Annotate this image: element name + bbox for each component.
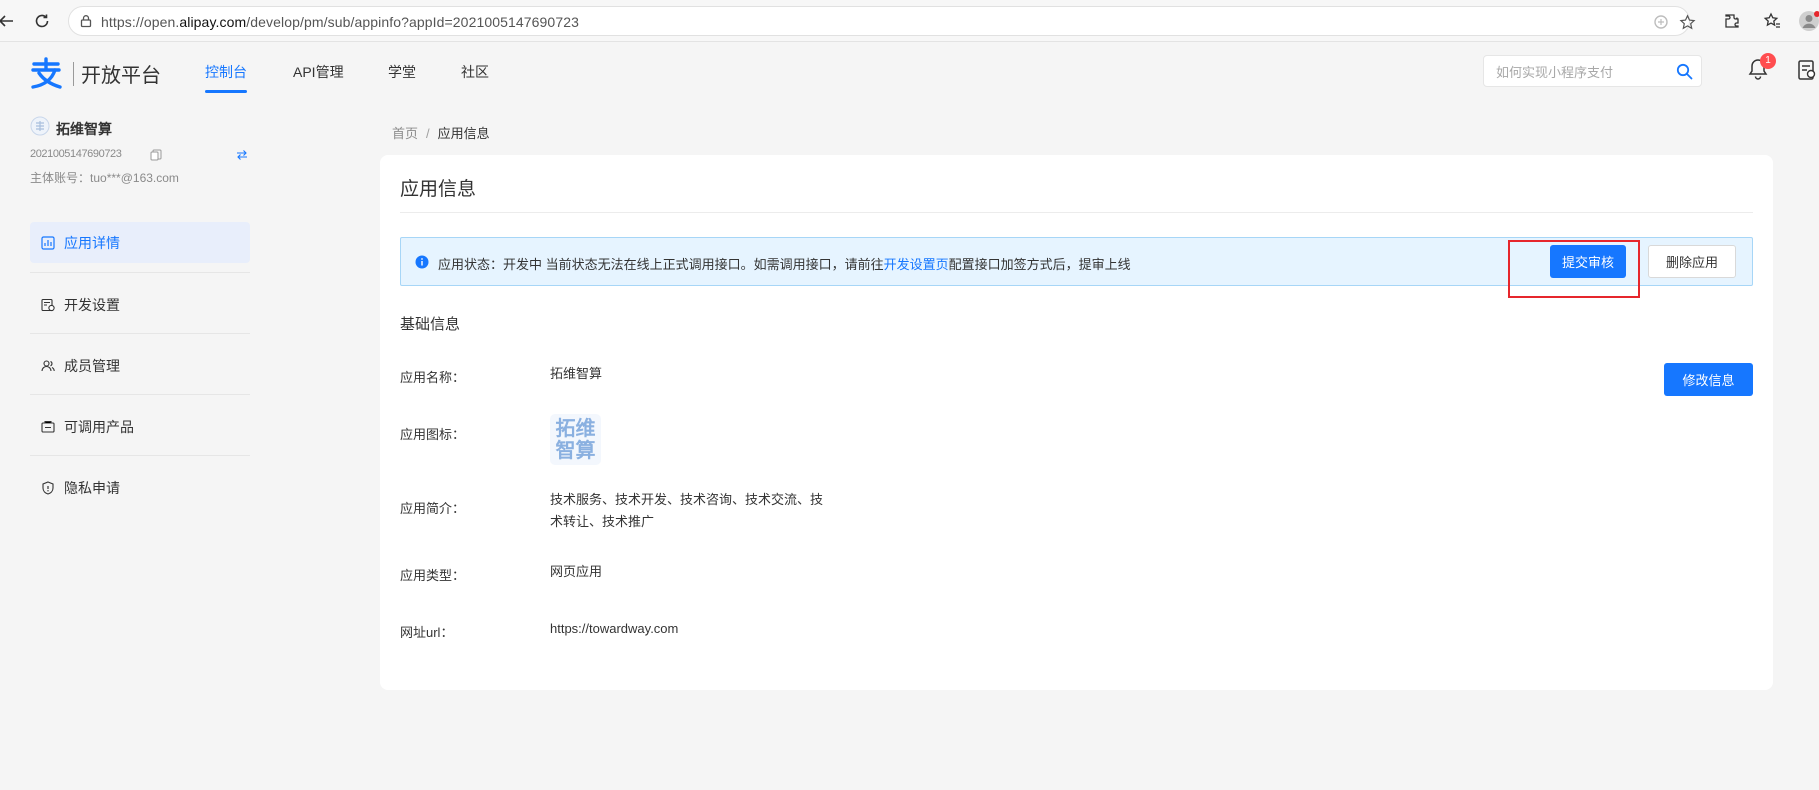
alipay-logo-icon[interactable] — [28, 57, 64, 94]
info-icon — [415, 255, 429, 274]
app-icon-label: 应用图标： — [400, 427, 466, 442]
notification-badge: 1 — [1760, 53, 1776, 69]
sidebar-divider — [30, 333, 250, 334]
sidebar-item-members[interactable]: 成员管理 — [30, 345, 250, 386]
breadcrumb: 首页 / 应用信息 — [392, 123, 490, 142]
delete-app-button[interactable]: 删除应用 — [1648, 245, 1736, 278]
favorites-icon[interactable] — [1760, 9, 1784, 33]
app-desc-label: 应用简介： — [400, 501, 466, 516]
copy-icon[interactable] — [150, 148, 162, 166]
website-url-label: 网址url： — [400, 625, 454, 640]
alert-text: 应用状态：开发中 当前状态无法在线上正式调用接口。如需调用接口，请前往开发设置页… — [438, 254, 1131, 273]
alert-suffix: 配置接口加签方式后，提审上线 — [948, 257, 1131, 272]
app-desc-value: 技术服务、技术开发、技术咨询、技术交流、技 术转让、技术推广 — [550, 489, 823, 533]
settings-doc-icon — [40, 297, 56, 313]
app-type-label: 应用类型： — [400, 568, 466, 583]
search-box — [1483, 55, 1702, 87]
sidebar-divider — [30, 394, 250, 395]
translate-icon[interactable] — [1651, 12, 1671, 32]
sidebar-item-products[interactable]: 可调用产品 — [30, 406, 250, 447]
sidebar-app-id: 2021005147690723 — [30, 148, 122, 160]
sidebar-item-privacy[interactable]: 隐私申请 — [30, 467, 250, 508]
url-text: https://open.alipay.com/develop/pm/sub/a… — [101, 14, 579, 30]
switch-app-icon[interactable] — [236, 148, 248, 166]
back-icon[interactable] — [0, 9, 18, 33]
highlight-annotation-box — [1508, 240, 1640, 298]
lock-icon[interactable] — [79, 14, 93, 33]
edit-info-button[interactable]: 修改信息 — [1664, 363, 1753, 396]
app-avatar-icon — [30, 116, 50, 141]
app-type-value: 网页应用 — [550, 564, 603, 579]
account-label: 主体账号： — [30, 171, 91, 185]
sidebar-item-dev-settings[interactable]: 开发设置 — [30, 284, 250, 325]
search-input[interactable] — [1494, 62, 1664, 82]
profile-icon[interactable] — [1797, 9, 1819, 33]
dev-settings-link[interactable]: 开发设置页 — [884, 257, 949, 272]
app-info-card: 应用信息 应用状态：开发中 当前状态无法在线上正式调用接口。如需调用接口，请前往… — [380, 155, 1773, 690]
app-name-label: 应用名称： — [400, 370, 466, 385]
document-icon[interactable] — [1797, 59, 1817, 86]
website-url-value: https://towardway.com — [550, 621, 679, 636]
chart-icon — [40, 235, 56, 251]
search-icon[interactable] — [1676, 63, 1693, 85]
brand-name: 开放平台 — [81, 65, 161, 87]
extensions-icon[interactable] — [1720, 9, 1744, 33]
section-title: 基础信息 — [400, 316, 461, 333]
sidebar-item-label: 开发设置 — [64, 296, 120, 313]
sidebar-item-label: 可调用产品 — [64, 418, 134, 435]
account-info: 主体账号：tuo***@163.com — [30, 169, 179, 186]
logo-line-2: 智算 — [555, 439, 596, 462]
alert-prefix: 应用状态：开发中 当前状态无法在线上正式调用接口。如需调用接口，请前往 — [438, 257, 884, 272]
breadcrumb-current: 应用信息 — [437, 126, 490, 141]
breadcrumb-home[interactable]: 首页 — [392, 126, 418, 141]
title-divider — [400, 212, 1753, 213]
url-prefix: https://open. — [101, 14, 180, 30]
nav-community[interactable]: 社区 — [461, 62, 489, 82]
nav-api-management[interactable]: API管理 — [293, 62, 344, 82]
app-logo-image: 拓维 智算 — [550, 414, 601, 465]
breadcrumb-separator: / — [426, 126, 430, 141]
account-value: tuo***@163.com — [90, 171, 179, 185]
sidebar-item-label: 隐私申请 — [64, 479, 120, 496]
product-icon — [40, 419, 56, 435]
logo-line-1: 拓维 — [555, 417, 596, 440]
sidebar: 拓维智算 2021005147690723 主体账号：tuo***@163.co… — [0, 104, 260, 790]
sidebar-divider — [30, 455, 250, 456]
sidebar-item-label: 应用详情 — [64, 234, 120, 251]
sidebar-item-app-details[interactable]: 应用详情 — [30, 222, 250, 263]
star-icon[interactable] — [1677, 12, 1697, 32]
nav-console[interactable]: 控制台 — [205, 62, 247, 82]
nav-academy[interactable]: 学堂 — [388, 62, 416, 82]
desc-line-1: 技术服务、技术开发、技术咨询、技术交流、技 — [550, 492, 824, 507]
url-path: /develop/pm/sub/appinfo?appId=2021005147… — [246, 14, 579, 30]
top-navigation: 开放平台 控制台 API管理 学堂 社区 1 — [0, 42, 1819, 104]
shield-icon — [40, 480, 56, 496]
sidebar-divider — [30, 272, 250, 273]
address-bar[interactable]: https://open.alipay.com/develop/pm/sub/a… — [68, 6, 1695, 36]
reload-icon[interactable] — [30, 9, 54, 33]
page-title: 应用信息 — [400, 179, 477, 200]
sidebar-item-label: 成员管理 — [64, 357, 120, 374]
desc-line-2: 术转让、技术推广 — [550, 514, 655, 529]
url-domain: alipay.com — [179, 14, 247, 30]
logo-divider — [73, 62, 74, 86]
browser-toolbar: https://open.alipay.com/develop/pm/sub/a… — [0, 0, 1819, 42]
sidebar-app-name: 拓维智算 — [56, 121, 112, 137]
members-icon — [40, 358, 56, 374]
nav-active-underline — [205, 90, 247, 93]
app-name-value: 拓维智算 — [550, 366, 603, 381]
